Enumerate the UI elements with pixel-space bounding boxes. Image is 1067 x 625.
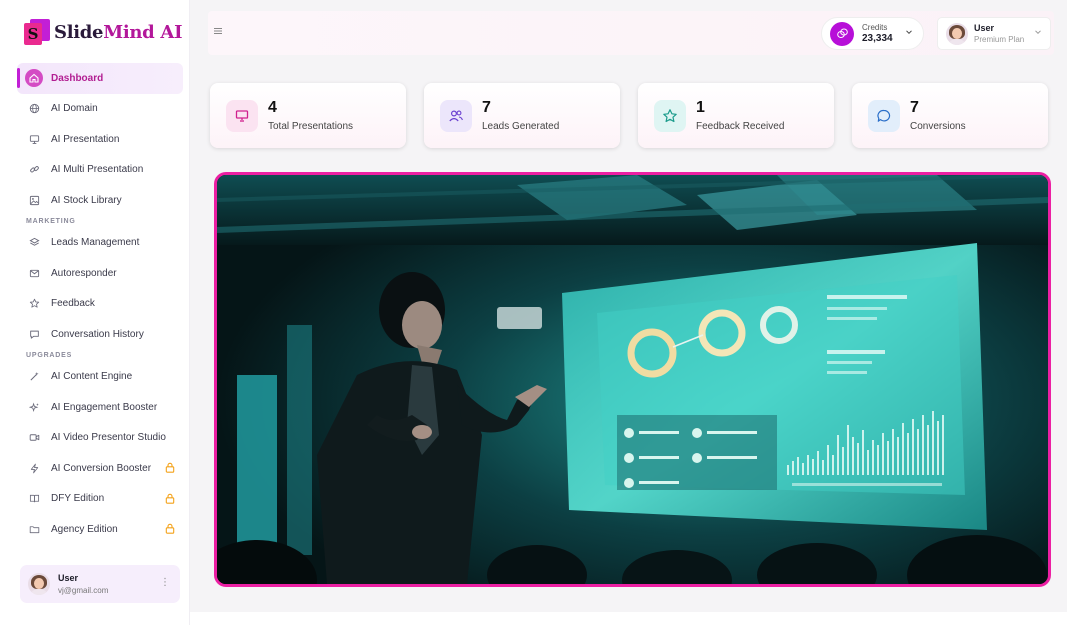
sidebar-item-label: AI Content Engine <box>51 371 133 383</box>
globe-icon <box>27 102 41 116</box>
presentation-icon <box>226 100 258 132</box>
home-icon <box>25 69 43 88</box>
chat-icon <box>27 327 41 341</box>
folder-icon <box>27 522 41 536</box>
sidebar-item-ai-content-engine[interactable]: AI Content Engine <box>17 362 183 393</box>
sidebar-item-dfy-edition[interactable]: DFY Edition <box>17 484 183 515</box>
sidebar-item-ai-conversion-booster[interactable]: AI Conversion Booster <box>17 453 183 484</box>
users-icon <box>440 100 472 132</box>
stat-card-conversions[interactable]: 7 Conversions <box>852 83 1048 148</box>
book-icon <box>27 492 41 506</box>
logo-mark: S <box>24 19 50 45</box>
image-icon <box>27 193 41 207</box>
user-email: vj@gmail.com <box>58 586 109 595</box>
chevron-down-icon <box>1034 28 1042 38</box>
sidebar-item-conversation-history[interactable]: Conversation History <box>17 319 183 350</box>
sidebar-item-ai-stock-library[interactable]: AI Stock Library <box>17 185 183 216</box>
chevron-down-icon <box>905 28 913 38</box>
monitor-icon <box>27 132 41 146</box>
lock-icon <box>165 523 175 537</box>
sidebar-nav: Dashboard AI Domain AI Presentation AI M… <box>17 63 183 545</box>
sidebar-item-label: AI Conversion Booster <box>51 462 152 474</box>
lock-icon <box>165 462 175 476</box>
sidebar-item-label: AI Domain <box>51 103 98 115</box>
layers-icon <box>27 236 41 250</box>
stat-label: Conversions <box>910 121 966 132</box>
top-bar: Credits 23,334 User Premium Plan <box>208 11 1054 55</box>
section-label-upgrades: UPGRADES <box>26 351 73 359</box>
user-name: User <box>974 23 995 33</box>
sidebar-item-dashboard[interactable]: Dashboard <box>17 63 183 94</box>
presentation-illustration <box>217 175 1048 584</box>
stat-card-presentations[interactable]: 4 Total Presentations <box>210 83 406 148</box>
wand-icon <box>27 370 41 384</box>
bolt-icon <box>27 461 41 475</box>
stat-value: 1 <box>696 99 705 116</box>
credits-widget[interactable]: Credits 23,334 <box>821 17 924 50</box>
mail-icon <box>27 266 41 280</box>
star-icon <box>654 100 686 132</box>
sidebar-item-label: DFY Edition <box>51 493 105 505</box>
lock-icon <box>165 493 175 507</box>
coins-icon <box>830 21 854 46</box>
sidebar-item-label: Dashboard <box>51 72 104 84</box>
brand-logo[interactable]: S SlideMind AI <box>24 19 183 45</box>
credits-label: Credits <box>862 23 888 32</box>
sidebar-item-label: AI Video Presentor Studio <box>51 432 166 444</box>
sidebar-item-ai-domain[interactable]: AI Domain <box>17 94 183 125</box>
sidebar-item-ai-presentation[interactable]: AI Presentation <box>17 124 183 155</box>
avatar <box>28 573 50 595</box>
sidebar-item-label: Leads Management <box>51 237 140 249</box>
stat-value: 7 <box>482 99 491 116</box>
sidebar-item-feedback[interactable]: Feedback <box>17 289 183 320</box>
credits-value: 23,334 <box>862 33 893 44</box>
section-label-marketing: MARKETING <box>26 217 76 225</box>
star-icon <box>27 297 41 311</box>
sidebar-item-ai-video-presentor-studio[interactable]: AI Video Presentor Studio <box>17 423 183 454</box>
chat-icon <box>868 100 900 132</box>
sparkle-icon <box>27 400 41 414</box>
sidebar-item-label: AI Presentation <box>51 133 120 145</box>
video-icon <box>27 431 41 445</box>
link-icon <box>27 163 41 177</box>
user-menu[interactable]: User Premium Plan <box>937 17 1051 50</box>
sidebar: S SlideMind AI Dashboard AI Domain AI Pr… <box>0 0 190 625</box>
menu-icon[interactable] <box>213 26 225 38</box>
brand-name: SlideMind AI <box>54 21 183 43</box>
stat-card-leads[interactable]: 7 Leads Generated <box>424 83 620 148</box>
sidebar-item-label: AI Stock Library <box>51 194 122 206</box>
sidebar-item-label: Agency Edition <box>51 523 118 535</box>
stat-label: Leads Generated <box>482 121 560 132</box>
sidebar-item-label: Conversation History <box>51 328 144 340</box>
sidebar-item-label: AI Engagement Booster <box>51 401 158 413</box>
sidebar-item-ai-multi-presentation[interactable]: AI Multi Presentation <box>17 155 183 186</box>
user-name: User <box>58 573 79 583</box>
sidebar-item-label: Feedback <box>51 298 95 310</box>
stat-label: Feedback Received <box>696 121 785 132</box>
app-root: S SlideMind AI Dashboard AI Domain AI Pr… <box>0 0 1067 625</box>
more-vertical-icon[interactable]: ⋮ <box>160 577 170 588</box>
sidebar-item-leads-management[interactable]: Leads Management <box>17 228 183 259</box>
user-plan: Premium Plan <box>974 35 1025 44</box>
sidebar-item-autoresponder[interactable]: Autoresponder <box>17 258 183 289</box>
hero-image <box>214 172 1051 587</box>
sidebar-item-agency-edition[interactable]: Agency Edition <box>17 514 183 545</box>
sidebar-item-ai-engagement-booster[interactable]: AI Engagement Booster <box>17 392 183 423</box>
sidebar-user-card[interactable]: User vj@gmail.com ⋮ <box>20 565 180 603</box>
stat-value: 4 <box>268 99 277 116</box>
main-content: Credits 23,334 User Premium Plan 4 Total… <box>190 0 1067 612</box>
stat-card-feedback[interactable]: 1 Feedback Received <box>638 83 834 148</box>
sidebar-item-label: AI Multi Presentation <box>51 164 144 176</box>
stat-value: 7 <box>910 99 919 116</box>
avatar <box>946 22 968 45</box>
stat-label: Total Presentations <box>268 121 354 132</box>
sidebar-item-label: Autoresponder <box>51 267 117 279</box>
